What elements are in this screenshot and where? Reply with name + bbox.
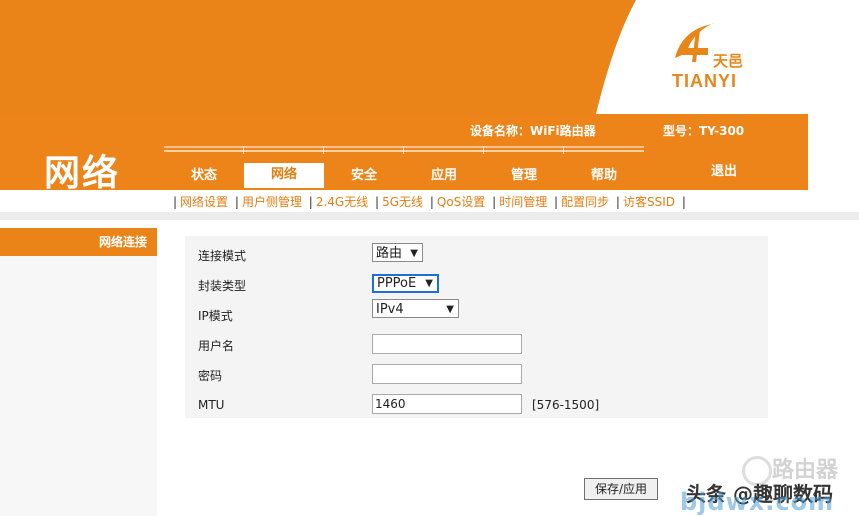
chevron-down-icon: ▼	[425, 278, 433, 289]
subnav-wifi-24g[interactable]: 2.4G无线	[316, 195, 368, 209]
logo-en-text: TIANYI	[672, 71, 737, 91]
ip-mode-select[interactable]: IPv4 ▼	[372, 299, 459, 318]
tab-help[interactable]: 帮助	[564, 164, 644, 188]
encapsulation-select[interactable]: PPPoE ▼	[372, 274, 439, 293]
tab-management[interactable]: 管理	[484, 164, 564, 188]
ip-mode-label: IP模式	[198, 309, 233, 323]
mtu-input[interactable]: 1460	[372, 394, 522, 414]
connection-mode-select[interactable]: 路由 ▼	[372, 243, 423, 262]
password-input[interactable]	[372, 364, 522, 384]
form-panel	[185, 236, 768, 418]
subnav-config-sync[interactable]: 配置同步	[561, 195, 609, 209]
left-menu	[0, 256, 157, 516]
tab-security[interactable]: 安全	[324, 164, 404, 188]
logo-cn-text: 天邑	[713, 52, 743, 70]
connection-mode-label: 连接模式	[198, 249, 247, 263]
sub-navigation: | 网络设置 | 用户侧管理 | 2.4G无线 | 5G无线 | QoS设置 | 时间管理 …	[173, 195, 686, 209]
save-apply-button[interactable]: 保存/应用	[584, 478, 658, 500]
mtu-label: MTU	[198, 398, 225, 412]
username-input[interactable]	[372, 334, 522, 354]
left-menu-network-connection[interactable]: 网络连接	[0, 228, 157, 256]
mtu-range-hint: [576-1500]	[532, 398, 600, 412]
subnav-wifi-5g[interactable]: 5G无线	[382, 195, 423, 209]
tab-application[interactable]: 应用	[404, 164, 484, 188]
watermark-url-text: bjdwx.com	[680, 488, 835, 516]
password-label: 密码	[198, 369, 223, 383]
tab-status[interactable]: 状态	[164, 164, 244, 188]
model-label: 型号：TY-300	[663, 124, 745, 138]
logout-button[interactable]: 退出	[711, 160, 737, 179]
username-label: 用户名	[198, 339, 235, 353]
subnav-qos[interactable]: QoS设置	[437, 195, 485, 209]
page-title: 网络	[44, 153, 121, 194]
subnav-user-side[interactable]: 用户侧管理	[242, 195, 302, 209]
encapsulation-label: 封装类型	[198, 279, 247, 293]
tab-network[interactable]: 网络	[244, 163, 324, 188]
chevron-down-icon: ▼	[410, 248, 418, 259]
chevron-down-icon: ▼	[446, 304, 454, 315]
main-tabs: 状态 网络 安全 应用 管理 帮助	[164, 146, 644, 188]
device-name-label: 设备名称：WiFi路由器	[470, 124, 596, 138]
logo-panel: 天邑 TIANYI	[596, 0, 859, 114]
subnav-time[interactable]: 时间管理	[499, 195, 547, 209]
subnav-guest-ssid[interactable]: 访客SSID	[623, 195, 675, 209]
subnav-network-settings[interactable]: 网络设置	[180, 195, 228, 209]
